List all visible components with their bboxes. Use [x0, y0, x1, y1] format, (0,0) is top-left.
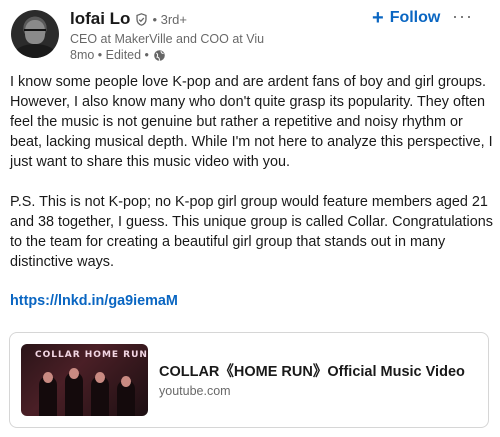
verified-icon: [135, 12, 148, 26]
link-preview-card[interactable]: COLLAR HOME RUN COLLAR《HOME RUN》Official…: [9, 332, 489, 428]
thumbnail-figure-head: [121, 376, 131, 387]
post-paragraph-2: P.S. This is not K-pop; no K-pop girl gr…: [10, 194, 493, 270]
link-card-title: COLLAR《HOME RUN》Official Music Video: [159, 364, 465, 380]
video-thumbnail[interactable]: COLLAR HOME RUN: [21, 344, 148, 416]
author-headline: CEO at MakerVille and COO at Viu: [70, 32, 265, 46]
thumbnail-title-art: COLLAR HOME RUN: [35, 350, 148, 360]
thumbnail-figure-head: [43, 372, 53, 383]
globe-icon: [153, 49, 166, 62]
connection-degree: • 3rd+: [152, 11, 187, 27]
plus-icon: +: [372, 7, 384, 29]
post-body: I know some people love K-pop and are ar…: [10, 72, 494, 272]
follow-button[interactable]: + Follow: [372, 8, 440, 28]
avatar-shoulders: [13, 44, 57, 58]
author-name[interactable]: lofai Lo: [70, 9, 130, 29]
feed-post: lofai Lo • 3rd+ CEO at MakerVille and CO…: [0, 0, 500, 437]
author-avatar[interactable]: [11, 10, 59, 58]
thumbnail-figure-head: [95, 372, 105, 383]
post-meta: 8mo • Edited •: [70, 48, 166, 62]
thumbnail-figure-head: [69, 368, 79, 379]
post-link[interactable]: https://lnkd.in/ga9iemaM: [10, 291, 178, 311]
post-paragraph-1: I know some people love K-pop and are ar…: [10, 74, 493, 170]
link-card-source: youtube.com: [159, 384, 231, 398]
post-meta-text: 8mo • Edited •: [70, 48, 149, 62]
avatar-glasses: [24, 29, 46, 36]
follow-label: Follow: [389, 9, 441, 26]
author-name-row: lofai Lo • 3rd+: [70, 9, 187, 29]
more-options-icon[interactable]: ···: [452, 6, 473, 27]
